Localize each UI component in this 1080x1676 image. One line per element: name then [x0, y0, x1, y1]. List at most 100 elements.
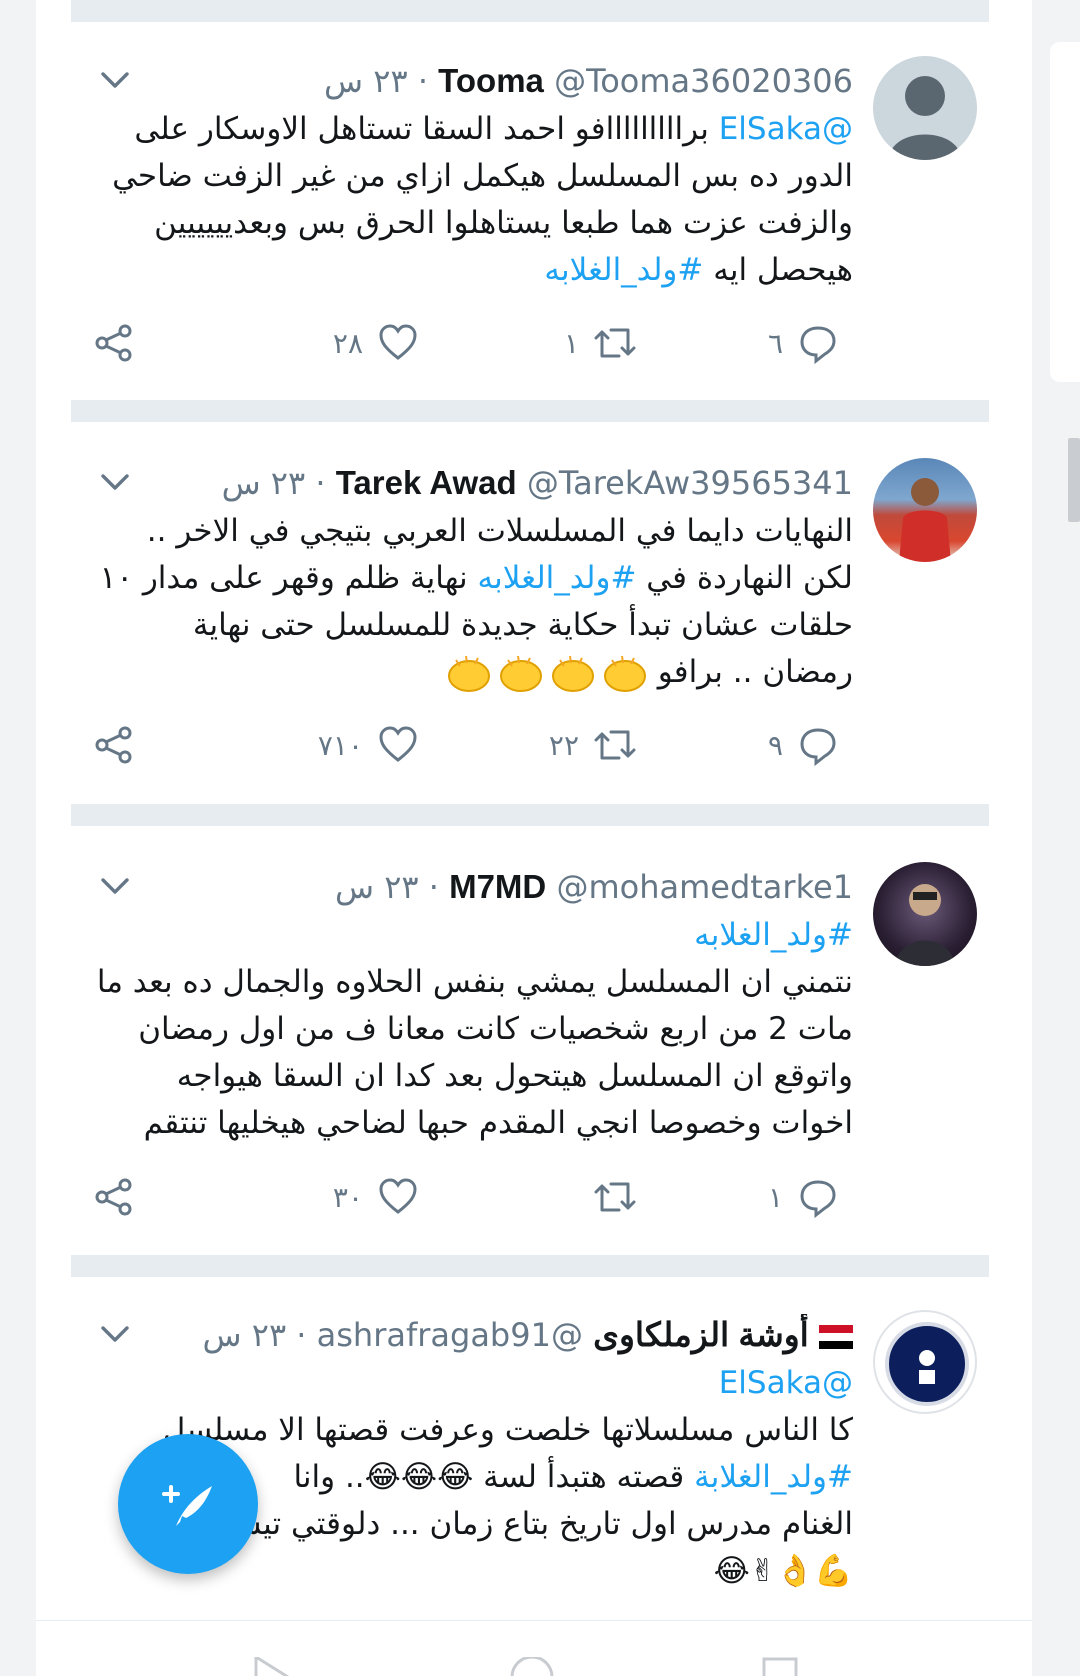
egypt-flag-icon: [819, 1325, 853, 1349]
tweet-line: @ElSaka: [93, 1360, 853, 1407]
default-avatar-icon: [889, 76, 961, 160]
share-button[interactable]: [93, 318, 135, 368]
display-name[interactable]: Tarek Awad: [336, 464, 517, 501]
like-count: ٣٠: [332, 1180, 363, 1214]
like-button[interactable]: ٧١٠: [318, 720, 419, 770]
avatar[interactable]: [873, 862, 977, 966]
tweet-header: Tooma @Tooma36020306 · ٢٣ س: [93, 60, 853, 102]
tweet-line: اخوات وخصوصا انجي المقدم حبها لضاحي هيخل…: [143, 1105, 853, 1141]
user-photo-icon: [899, 478, 951, 562]
share-button[interactable]: [93, 1172, 135, 1222]
mention-link[interactable]: @ElSaka: [719, 1365, 853, 1401]
tweet-line: حلقات عشان تبدأ حكاية جديدة للمسلسل حتى …: [192, 607, 853, 643]
tweet-line: نتمني ان المسلسل يمشي بنفس الحلاوه والجم…: [96, 964, 853, 1000]
clap-icon: [447, 655, 490, 692]
avatar[interactable]: [873, 458, 977, 562]
reply-button[interactable]: ٦: [768, 318, 839, 368]
timestamp: · ٢٣ س: [202, 1316, 307, 1354]
tweet-text: النهايات دايما في المسلسلات العربي بتيجي…: [93, 508, 853, 696]
display-name[interactable]: M7MD: [449, 868, 546, 905]
retweet-button[interactable]: [579, 1172, 637, 1222]
like-count: ٧١٠: [317, 728, 363, 762]
retweet-icon: [594, 730, 636, 760]
chevron-down-icon[interactable]: [97, 62, 133, 98]
side-card: [1050, 42, 1080, 382]
back-nav-icon[interactable]: [252, 1657, 292, 1676]
avatar[interactable]: [873, 1310, 977, 1414]
tweet-header: Tarek Awad @TarekAw39565341 · ٢٣ س: [93, 462, 853, 504]
timestamp: · ٢٣ س: [324, 62, 428, 100]
retweet-button[interactable]: ٢٢: [549, 720, 637, 770]
user-handle[interactable]: @Tooma36020306: [554, 62, 853, 100]
hashtag-link[interactable]: #ولد_الغلابه: [694, 917, 853, 953]
tweet-card[interactable]: Tarek Awad @TarekAw39565341 · ٢٣ س النها…: [71, 458, 989, 778]
heart-icon: [379, 726, 417, 762]
hashtag-link[interactable]: #ولد_الغلابه: [478, 560, 637, 596]
tweet-line-text: لكن النهاردة في: [636, 560, 853, 596]
user-handle[interactable]: @mohamedtarke1: [556, 868, 853, 906]
tweet-separator: [71, 804, 989, 826]
retweet-count: ١: [563, 326, 579, 360]
tweet-line: لكن النهاردة في #ولد_الغلابه نهاية ظلم و…: [93, 555, 853, 602]
like-button[interactable]: ٢٨: [333, 318, 419, 368]
chevron-down-icon[interactable]: [97, 868, 133, 904]
clap-icon: [603, 655, 646, 692]
tweet-line-text: قصته هتبدأ لسة 😂😂😂.. وانا: [293, 1459, 695, 1495]
clap-icon: [499, 655, 542, 692]
tweet-line: رمضان .. برافو: [93, 649, 853, 696]
display-name[interactable]: Tooma: [438, 62, 544, 99]
scrollbar[interactable]: [1068, 438, 1080, 522]
tweet-actions: ٦ ١ ٢٨: [71, 318, 989, 368]
chevron-down-icon[interactable]: [97, 464, 133, 500]
mention-link[interactable]: @ElSaka: [719, 111, 853, 147]
tweet-actions: ١ ٣٠: [71, 1172, 989, 1222]
user-handle[interactable]: @TarekAw39565341: [527, 464, 853, 502]
bottom-navigation: [36, 1620, 1032, 1676]
reply-button[interactable]: ٩: [768, 720, 839, 770]
reply-button[interactable]: ١: [768, 1172, 839, 1222]
club-logo-icon: [885, 1322, 969, 1406]
tweet-header: M7MD @mohamedtarke1 · ٢٣ س: [93, 866, 853, 908]
reply-count: ١: [767, 1180, 783, 1214]
tweet-line: النهايات دايما في المسلسلات العربي بتيجي…: [146, 513, 853, 549]
tweet-line-text: رمضان .. برافو: [647, 654, 853, 690]
reply-icon: [800, 1180, 836, 1218]
recents-nav-icon[interactable]: [762, 1657, 798, 1676]
clap-icon: [551, 655, 594, 692]
reply-icon: [800, 326, 836, 364]
retweet-button[interactable]: ١: [564, 318, 637, 368]
chevron-down-icon[interactable]: [97, 1316, 133, 1352]
tweet-line: الدور ده بس المسلسل هيكمل ازاي من غير ال…: [112, 158, 853, 194]
tweet-line: والزفت عزت هما طبعا يستاهلوا الحرق بس وب…: [154, 205, 853, 241]
compose-tweet-button[interactable]: [118, 1434, 258, 1574]
user-photo-icon: [895, 884, 955, 966]
tweet-line: #ولد_الغلابه: [93, 912, 853, 959]
display-name[interactable]: أوشة الزملكاوى: [593, 1316, 809, 1353]
tweet-header: أوشة الزملكاوى @ashrafragab91 · ٢٣ س: [93, 1314, 853, 1356]
tweet-card[interactable]: Tooma @Tooma36020306 · ٢٣ س @ElSaka براا…: [71, 56, 989, 376]
reply-count: ٦: [767, 326, 783, 360]
heart-icon: [379, 324, 417, 360]
retweet-count: ٢٢: [548, 728, 579, 762]
tweet-separator: [71, 1255, 989, 1277]
tweet-actions: ٩ ٢٢ ٧١٠: [71, 720, 989, 770]
share-icon: [95, 324, 132, 362]
clapping-hands-emoji: [446, 654, 648, 694]
reply-icon: [800, 728, 836, 766]
avatar[interactable]: [873, 56, 977, 160]
tweet-line: هيحصل ايه #ولد_الغلابه: [93, 247, 853, 294]
hashtag-link[interactable]: #ولد_الغلابه: [544, 252, 703, 288]
share-button[interactable]: [93, 720, 135, 770]
tweet-separator: [71, 400, 989, 422]
retweet-icon: [594, 328, 636, 358]
tweet-text: #ولد_الغلابه نتمني ان المسلسل يمشي بنفس …: [93, 912, 853, 1147]
like-button[interactable]: ٣٠: [333, 1172, 419, 1222]
tweet-line: واتوقع ان المسلسل هيتحول بعد كدا ان السق…: [176, 1058, 853, 1094]
like-count: ٢٨: [332, 326, 363, 360]
tweet-line: مات 2 من اربع شخصيات كانت معانا ف من اول…: [138, 1011, 853, 1047]
tweet-card[interactable]: M7MD @mohamedtarke1 · ٢٣ س #ولد_الغلابه …: [71, 862, 989, 1232]
home-nav-icon[interactable]: [510, 1657, 554, 1676]
hashtag-link[interactable]: #ولد_الغلابة: [694, 1459, 853, 1495]
user-handle[interactable]: @ashrafragab91: [317, 1316, 583, 1354]
share-icon: [95, 1178, 132, 1216]
